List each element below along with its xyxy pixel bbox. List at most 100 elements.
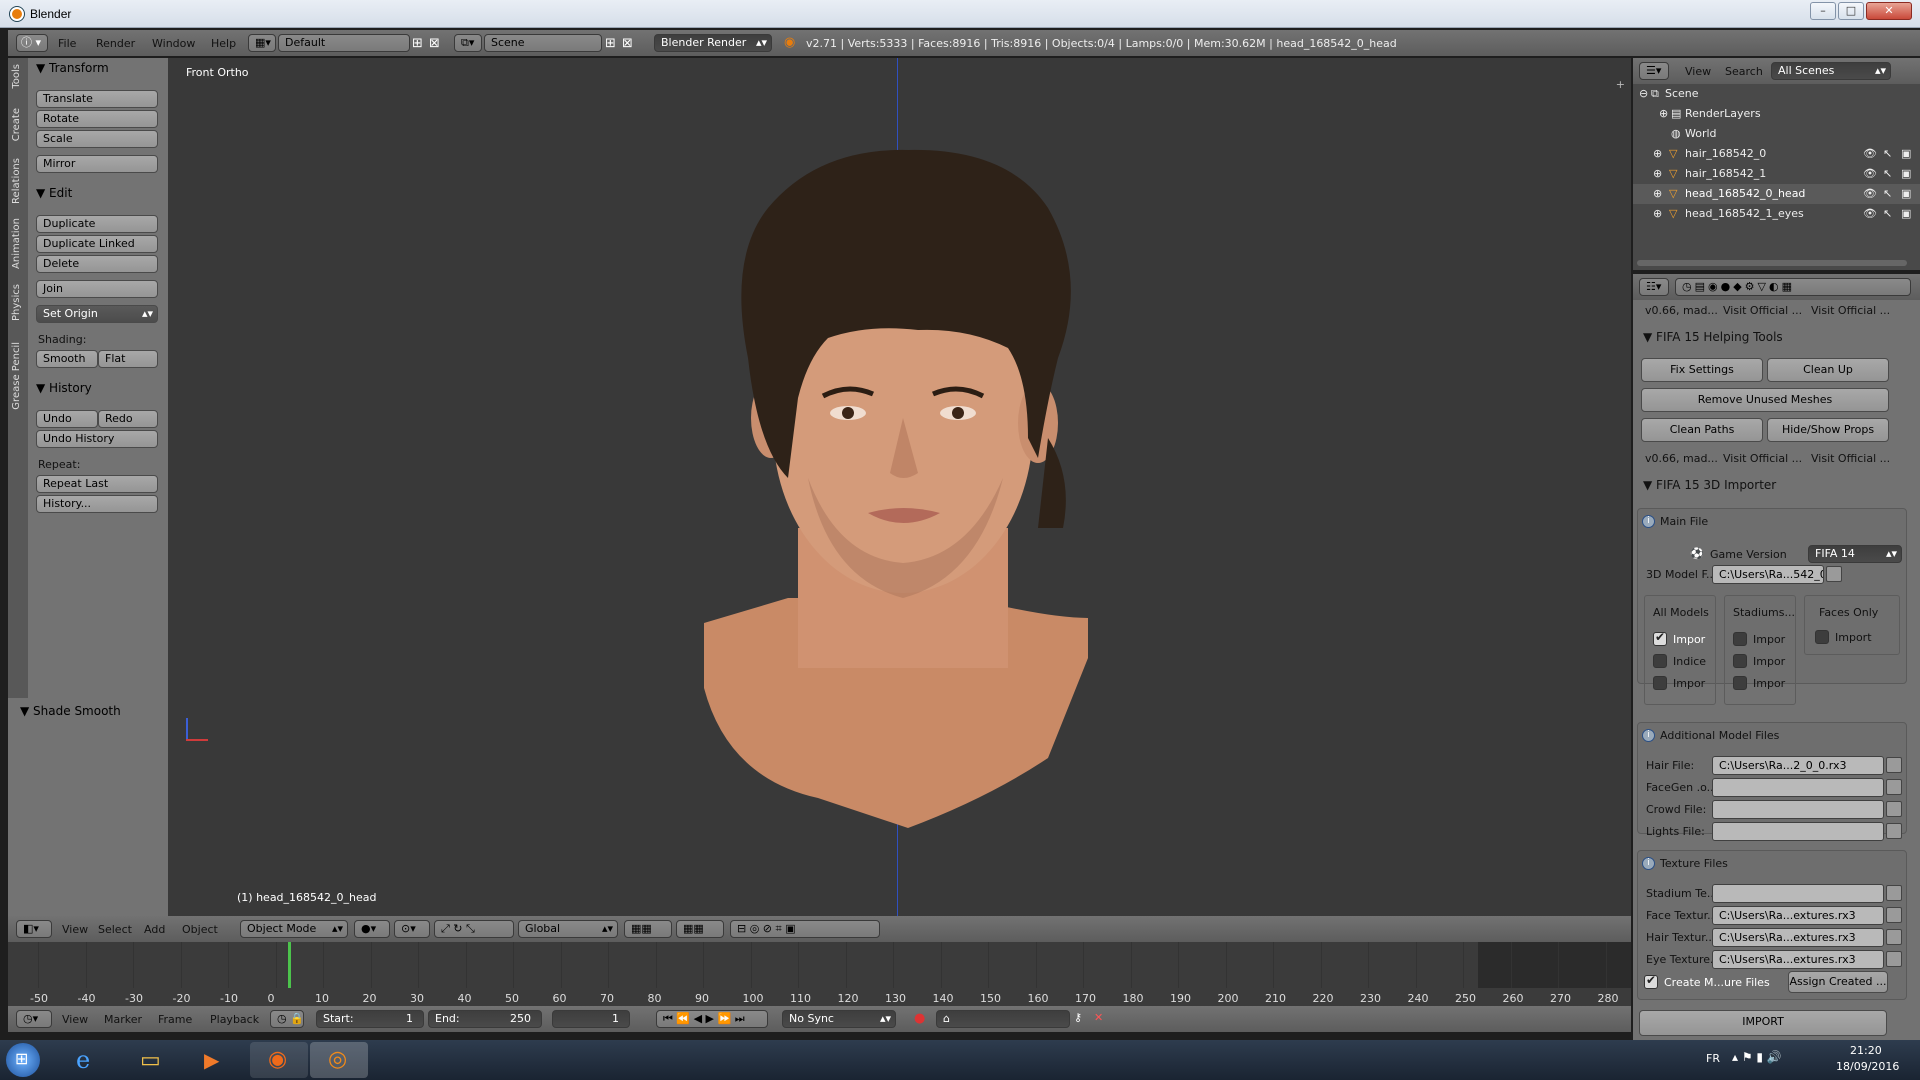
menu-add[interactable]: Add	[144, 923, 165, 936]
repeat-last-button[interactable]: Repeat Last	[36, 475, 158, 493]
outliner-row-head[interactable]: ⊕ ▽ head_168542_0_head 👁 ↖ ▣	[1633, 184, 1920, 204]
indices-checkbox[interactable]	[1653, 654, 1667, 668]
outliner-filter-select[interactable]: All Scenes ▴▾	[1771, 62, 1891, 80]
taskbar-explorer[interactable]: ▭	[122, 1042, 180, 1078]
hair-file-field[interactable]: C:\Users\Ra...2_0_0.rx3	[1712, 756, 1884, 775]
import-button[interactable]: IMPORT	[1639, 1010, 1887, 1036]
edit-header[interactable]: ▼ Edit	[36, 186, 72, 200]
smooth-button[interactable]: Smooth	[36, 350, 98, 368]
tab-grease-pencil[interactable]: Grease Pencil	[11, 342, 22, 410]
menu-window[interactable]: Window	[152, 37, 195, 50]
remove-layout-icon[interactable]: ⊠	[429, 36, 440, 51]
view3d-editor-type[interactable]: ◧▾	[16, 920, 52, 938]
rotate-button[interactable]: Rotate	[36, 110, 158, 128]
keyframe-delete-icon[interactable]: ✕	[1094, 1011, 1103, 1024]
importer-header[interactable]: ▼ FIFA 15 3D Importer	[1643, 478, 1776, 492]
snap-icons[interactable]: ⊟ ◎ ⊘ ⌗ ▣	[730, 920, 880, 938]
folder-icon[interactable]	[1886, 907, 1902, 923]
timeline[interactable]: -50 -40 -30 -20 -10 0 10 20 30 40 50 60 70 80 90 100 110…	[8, 942, 1631, 1010]
visit-link-4[interactable]: Visit Official ...	[1811, 452, 1890, 465]
scale-button[interactable]: Scale	[36, 130, 158, 148]
properties-editor-type[interactable]: ☷▾	[1639, 278, 1669, 296]
clock-time[interactable]: 21:20	[1850, 1044, 1882, 1057]
outliner-scrollbar[interactable]	[1637, 260, 1907, 266]
redo-button[interactable]: Redo	[98, 410, 158, 428]
current-frame-field[interactable]: 1	[552, 1010, 630, 1028]
helping-tools-header[interactable]: ▼ FIFA 15 Helping Tools	[1643, 330, 1783, 344]
history-button[interactable]: History...	[36, 495, 158, 513]
stadium-import-checkbox[interactable]	[1733, 632, 1747, 646]
end-frame-field[interactable]: End: 250	[428, 1010, 542, 1028]
mirror-button[interactable]: Mirror	[36, 155, 158, 173]
folder-icon[interactable]	[1886, 801, 1902, 817]
visit-link-3[interactable]: Visit Official ...	[1723, 452, 1802, 465]
render-camera-icon[interactable]: ▣	[1901, 204, 1911, 224]
select-arrow-icon[interactable]: ↖	[1883, 204, 1892, 224]
menu-help[interactable]: Help	[211, 37, 236, 50]
translate-button[interactable]: Translate	[36, 90, 158, 108]
import-checkbox[interactable]	[1653, 630, 1667, 646]
timeline-editor-type[interactable]: ◷▾	[16, 1010, 52, 1028]
render-camera-icon[interactable]: ▣	[1901, 144, 1911, 164]
outliner-row-eyes[interactable]: ⊕ ▽ head_168542_1_eyes 👁 ↖ ▣	[1633, 204, 1920, 224]
menu-view[interactable]: View	[62, 923, 88, 936]
menu-render[interactable]: Render	[96, 37, 135, 50]
menu-playback[interactable]: Playback	[210, 1013, 259, 1026]
crowd-file-field[interactable]	[1712, 800, 1884, 819]
clean-up-button[interactable]: Clean Up	[1767, 358, 1889, 382]
remove-unused-meshes-button[interactable]: Remove Unused Meshes	[1641, 388, 1889, 412]
select-arrow-icon[interactable]: ↖	[1883, 184, 1892, 204]
keyframe-insert-icon[interactable]: ⚷	[1074, 1011, 1082, 1024]
fix-settings-button[interactable]: Fix Settings	[1641, 358, 1763, 382]
lights-file-field[interactable]	[1712, 822, 1884, 841]
visibility-eye-icon[interactable]: 👁	[1863, 144, 1877, 164]
eye-texture-field[interactable]: C:\Users\Ra...extures.rx3	[1712, 950, 1884, 969]
history-header[interactable]: ▼ History	[36, 381, 92, 395]
model-file-field[interactable]: C:\Users\Ra...542_0.rx3	[1712, 565, 1824, 584]
render-camera-icon[interactable]: ▣	[1901, 184, 1911, 204]
menu-file[interactable]: File	[58, 37, 76, 50]
menu-marker[interactable]: Marker	[104, 1013, 142, 1026]
hair-texture-field[interactable]: C:\Users\Ra...extures.rx3	[1712, 928, 1884, 947]
taskbar-blender[interactable]: ◎	[310, 1042, 368, 1078]
record-icon[interactable]: ●	[914, 1011, 925, 1026]
properties-context-tabs[interactable]: ◷▤◉●◆⚙▽◐▦	[1675, 278, 1911, 296]
transform-header[interactable]: ▼ Transform	[36, 61, 109, 75]
tab-tools[interactable]: Tools	[11, 64, 22, 89]
tab-physics[interactable]: Physics	[11, 284, 22, 321]
duplicate-linked-button[interactable]: Duplicate Linked	[36, 235, 158, 253]
layers-icon[interactable]: ▦▦	[624, 920, 672, 938]
assign-created-button[interactable]: Assign Created ...	[1788, 971, 1888, 993]
preview-range-icon[interactable]: ◷ 🔒	[270, 1010, 304, 1028]
face-texture-field[interactable]: C:\Users\Ra...extures.rx3	[1712, 906, 1884, 925]
mode-select[interactable]: Object Mode ▴▾	[240, 920, 348, 938]
undo-button[interactable]: Undo	[36, 410, 98, 428]
render-engine-select[interactable]: Blender Render ▴▾	[654, 34, 772, 52]
outliner-row-world[interactable]: ◍ World	[1633, 124, 1920, 144]
facegen-field[interactable]	[1712, 778, 1884, 797]
import-checkbox-2[interactable]	[1653, 676, 1667, 690]
stadium-texture-field[interactable]	[1712, 884, 1884, 903]
orientation-select[interactable]: Global ▴▾	[518, 920, 618, 938]
render-camera-icon[interactable]: ▣	[1901, 164, 1911, 184]
sync-select[interactable]: No Sync ▴▾	[782, 1010, 896, 1028]
folder-icon[interactable]	[1886, 779, 1902, 795]
outliner-row-renderlayers[interactable]: ⊕ ▤ RenderLayers	[1633, 104, 1920, 124]
clean-paths-button[interactable]: Clean Paths	[1641, 418, 1763, 442]
select-arrow-icon[interactable]: ↖	[1883, 144, 1892, 164]
hide-show-props-button[interactable]: Hide/Show Props	[1767, 418, 1889, 442]
folder-icon[interactable]	[1886, 757, 1902, 773]
menu-select[interactable]: Select	[98, 923, 132, 936]
tab-animation[interactable]: Animation	[11, 218, 22, 269]
folder-icon[interactable]	[1886, 823, 1902, 839]
shade-smooth-header[interactable]: ▼ Shade Smooth	[20, 704, 121, 718]
start-button[interactable]: ⊞	[6, 1043, 40, 1077]
scene-icon[interactable]: ⧉▾	[454, 34, 482, 52]
menu-outliner-search[interactable]: Search	[1725, 65, 1763, 78]
select-arrow-icon[interactable]: ↖	[1883, 164, 1892, 184]
menu-outliner-view[interactable]: View	[1685, 65, 1711, 78]
taskbar-ie[interactable]: e	[58, 1042, 116, 1078]
layout-field[interactable]: Default	[278, 34, 410, 52]
taskbar-firefox[interactable]: ◉	[250, 1042, 308, 1078]
game-version-select[interactable]: FIFA 14 ▴▾	[1808, 545, 1902, 563]
